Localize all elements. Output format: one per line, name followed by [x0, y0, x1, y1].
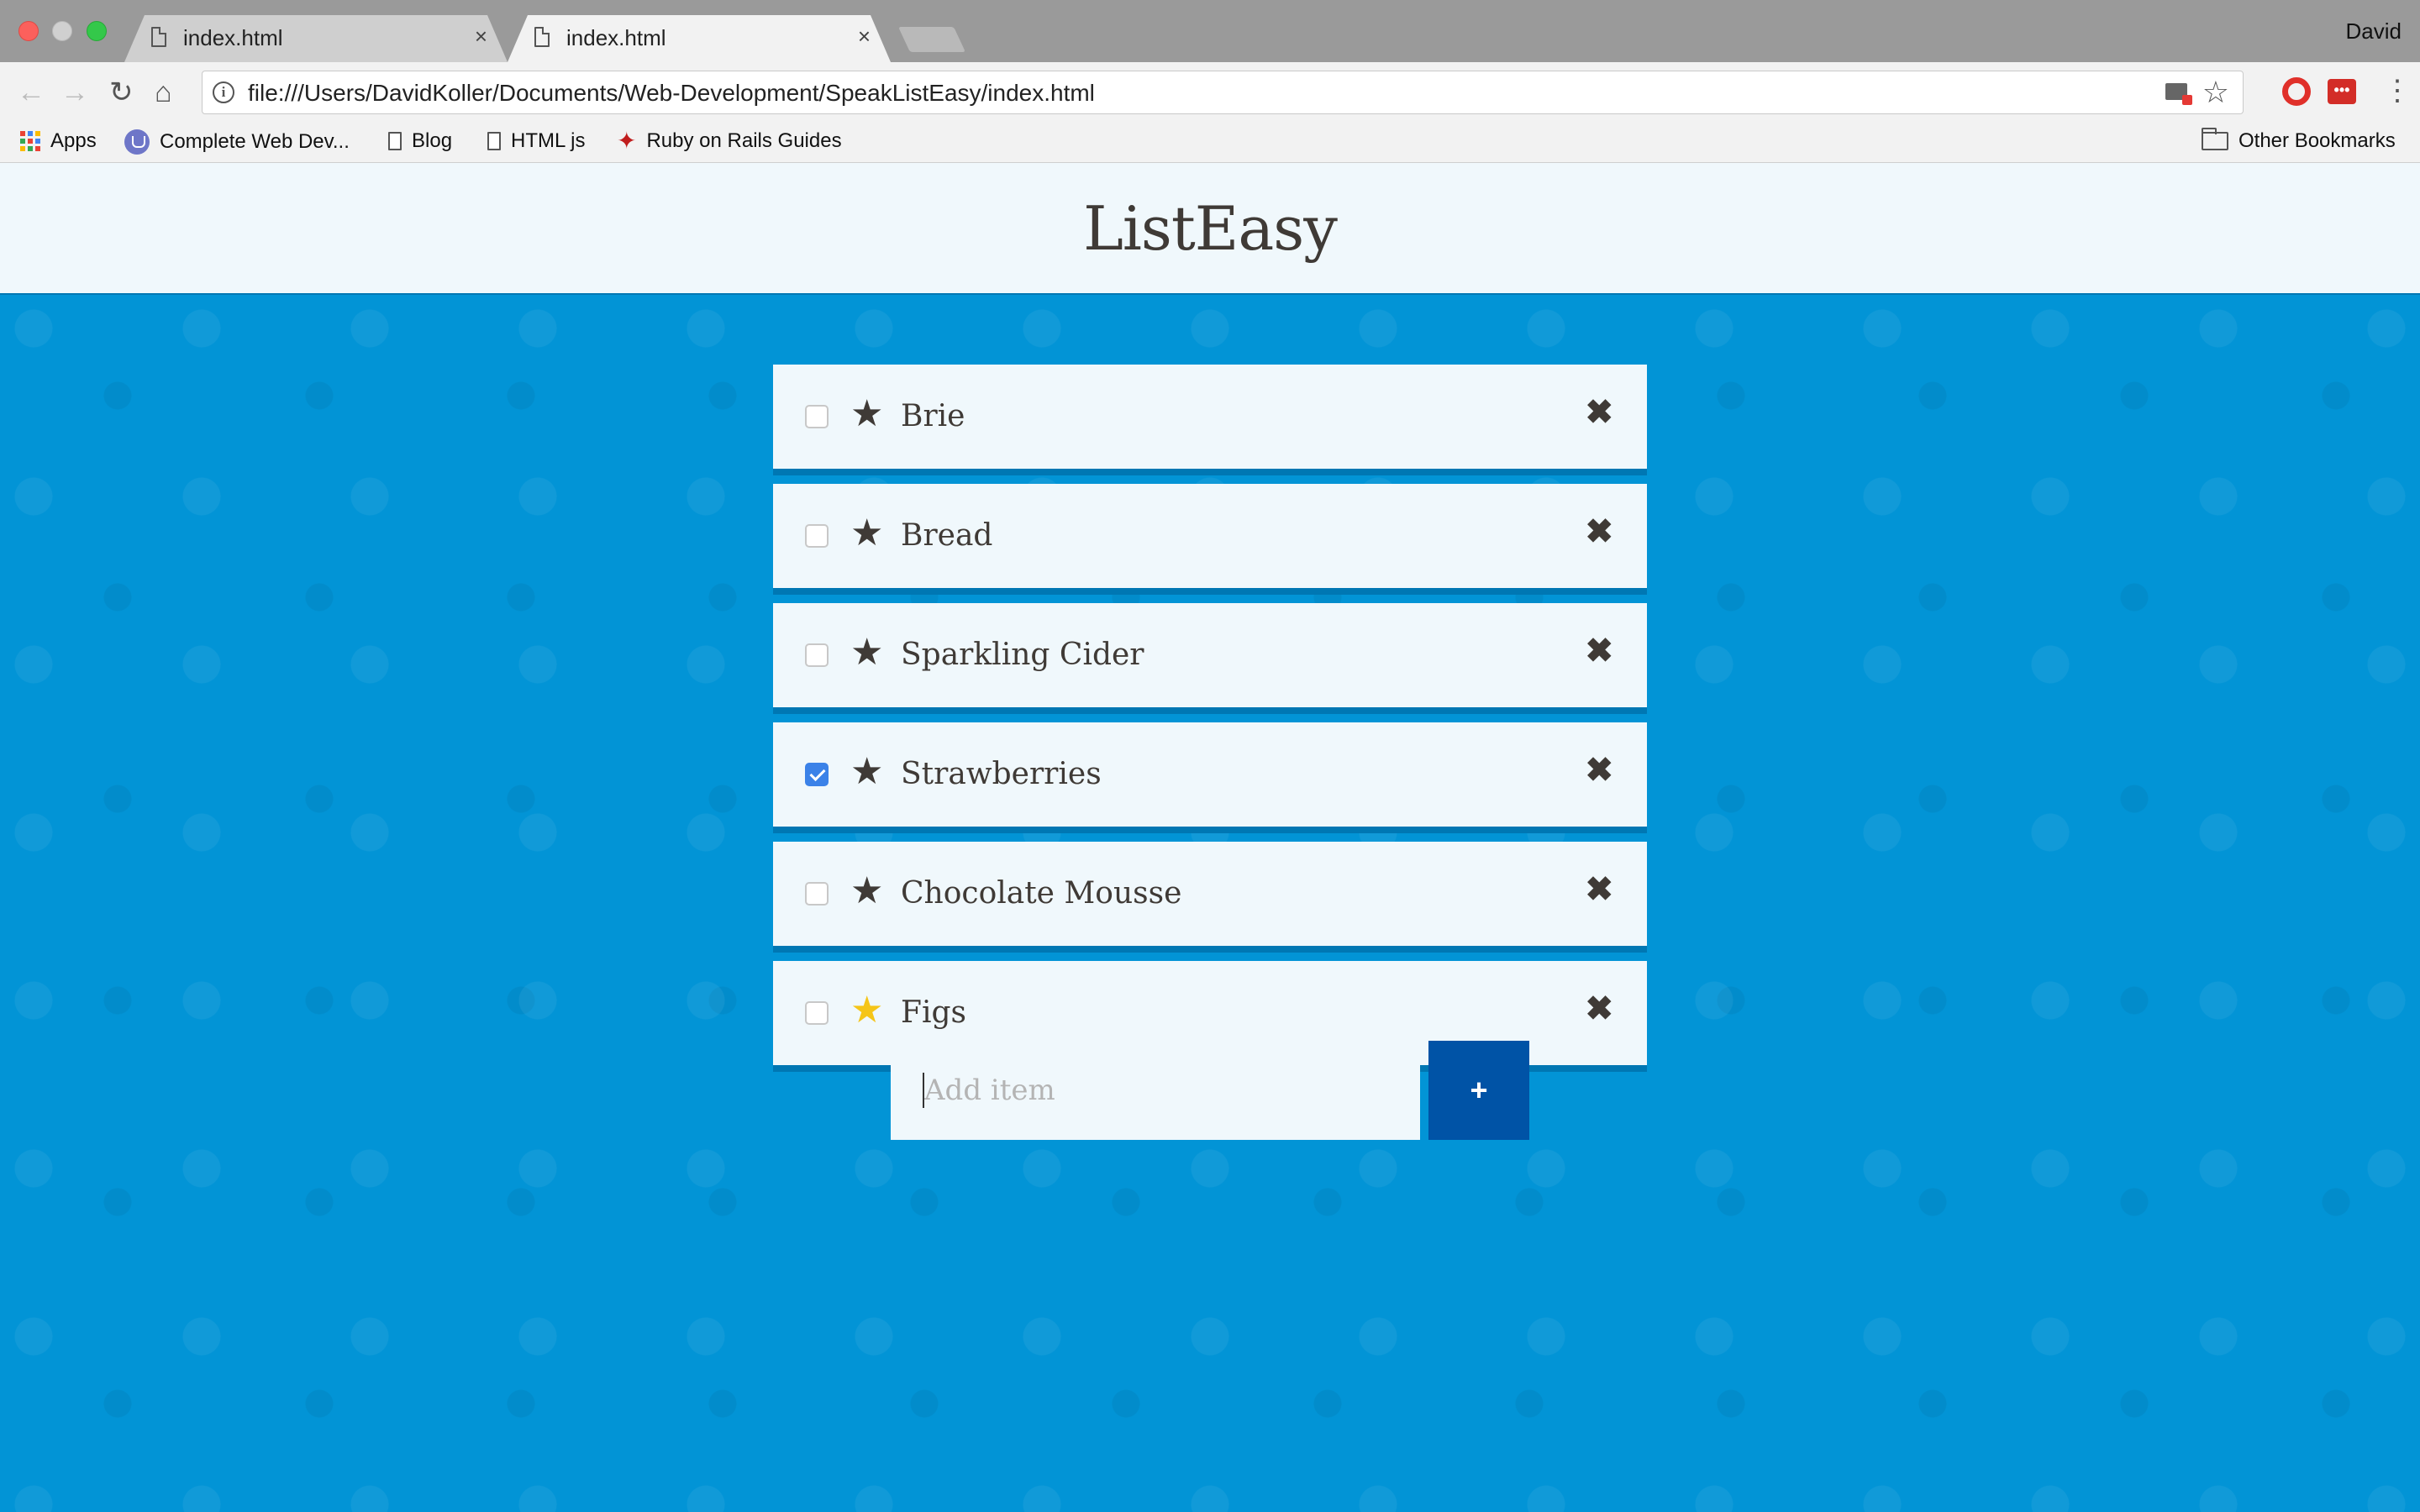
bookmarks-bar: Apps Complete Web Dev... Blog HTML js ✦ … — [0, 123, 2420, 163]
item-checkbox[interactable] — [805, 1001, 829, 1025]
list-item: ★ Bread ✖ — [773, 484, 1647, 595]
bookmark-label: Complete Web Dev... — [160, 130, 350, 153]
item-checkbox[interactable] — [805, 524, 829, 548]
tab-title: index.html — [183, 25, 283, 50]
apps-grid-icon — [20, 131, 40, 151]
rails-icon: ✦ — [617, 128, 637, 154]
item-label: Figs — [901, 995, 967, 1030]
item-checkbox[interactable] — [805, 643, 829, 667]
minimize-window-button[interactable] — [52, 21, 72, 41]
bookmark-star-icon[interactable]: ☆ — [2202, 75, 2229, 110]
browser-toolbar: ← → ↻ ⌂ i file:///Users/DavidKoller/Docu… — [0, 62, 2420, 123]
item-label: Chocolate Mousse — [901, 876, 1182, 911]
close-window-button[interactable] — [18, 21, 39, 41]
app-header: ListEasy — [0, 163, 2420, 295]
tab-title: index.html — [566, 25, 666, 50]
home-icon[interactable]: ⌂ — [155, 76, 172, 109]
lastpass-extension-icon[interactable]: ••• — [2328, 79, 2356, 104]
document-icon — [534, 27, 550, 47]
cast-blocked-icon[interactable] — [2165, 83, 2192, 105]
item-label: Strawberries — [901, 757, 1102, 791]
add-item-form: + — [891, 1041, 1529, 1140]
delete-icon[interactable]: ✖ — [1585, 988, 1613, 1030]
maximize-window-button[interactable] — [87, 21, 107, 41]
item-label: Bread — [901, 518, 993, 553]
other-bookmarks-label: Other Bookmarks — [2238, 129, 2396, 152]
udemy-icon — [124, 129, 150, 155]
bookmark-label: Blog — [412, 129, 453, 152]
delete-icon[interactable]: ✖ — [1585, 511, 1613, 553]
profile-name[interactable]: David — [2346, 18, 2402, 45]
tab-close-icon[interactable]: × — [858, 24, 871, 50]
list-item: ★ Brie ✖ — [773, 365, 1647, 475]
text-caret — [923, 1073, 924, 1108]
app-title: ListEasy — [1083, 193, 1338, 264]
bookmark-label: HTML js — [511, 129, 586, 152]
star-icon[interactable]: ★ — [850, 870, 883, 912]
document-icon — [151, 27, 166, 47]
item-label: Sparkling Cider — [901, 638, 1144, 672]
info-icon[interactable]: i — [213, 81, 234, 103]
item-label: Brie — [901, 399, 965, 433]
browser-tab-strip: index.html × index.html × David — [0, 0, 2420, 62]
add-item-button[interactable]: + — [1428, 1041, 1529, 1140]
back-arrow-icon[interactable]: ← — [17, 76, 45, 109]
list-item: ★ Chocolate Mousse ✖ — [773, 842, 1647, 953]
page-icon — [388, 132, 402, 150]
star-icon[interactable]: ★ — [850, 632, 883, 674]
item-checkbox[interactable] — [805, 405, 829, 428]
delete-icon[interactable]: ✖ — [1585, 869, 1613, 911]
delete-icon[interactable]: ✖ — [1585, 749, 1613, 791]
bookmark-html-js[interactable]: HTML js — [487, 129, 585, 153]
list-item: ★ Sparkling Cider ✖ — [773, 603, 1647, 714]
star-icon[interactable]: ★ — [850, 512, 883, 554]
more-menu-icon[interactable]: ⋮ — [2383, 74, 2412, 108]
shopping-list: ★ Brie ✖ ★ Bread ✖ ★ Sparkling Cider ✖ ★… — [773, 365, 1647, 1080]
bookmark-ruby-on-rails-guides[interactable]: ✦ Ruby on Rails Guides — [617, 129, 842, 153]
bookmark-label: Ruby on Rails Guides — [646, 129, 842, 152]
opera-extension-icon[interactable] — [2282, 77, 2311, 106]
bookmark-apps[interactable]: Apps — [20, 129, 97, 153]
item-checkbox[interactable] — [805, 882, 829, 906]
list-item: ★ Strawberries ✖ — [773, 722, 1647, 833]
forward-arrow-icon[interactable]: → — [60, 76, 89, 109]
bookmark-label: Apps — [50, 129, 97, 152]
reload-icon[interactable]: ↻ — [109, 76, 134, 109]
star-icon-active[interactable]: ★ — [850, 990, 883, 1032]
delete-icon[interactable]: ✖ — [1585, 630, 1613, 672]
star-icon[interactable]: ★ — [850, 393, 883, 435]
tab-close-icon[interactable]: × — [475, 24, 487, 50]
delete-icon[interactable]: ✖ — [1585, 391, 1613, 433]
other-bookmarks[interactable]: Other Bookmarks — [2202, 128, 2396, 153]
new-tab-button[interactable] — [898, 27, 965, 52]
browser-tab-active[interactable]: index.html × — [508, 15, 891, 62]
folder-icon — [2202, 128, 2228, 150]
star-icon[interactable]: ★ — [850, 751, 883, 793]
item-checkbox-checked[interactable] — [805, 763, 829, 786]
bookmark-blog[interactable]: Blog — [388, 129, 452, 153]
add-item-input[interactable] — [891, 1041, 1420, 1140]
bookmark-complete-web-dev[interactable]: Complete Web Dev... — [124, 129, 350, 155]
page-icon — [487, 132, 501, 150]
browser-tab[interactable]: index.html × — [124, 15, 508, 62]
address-bar[interactable]: i file:///Users/DavidKoller/Documents/We… — [202, 71, 2244, 114]
url-text[interactable]: file:///Users/DavidKoller/Documents/Web-… — [248, 80, 1095, 107]
